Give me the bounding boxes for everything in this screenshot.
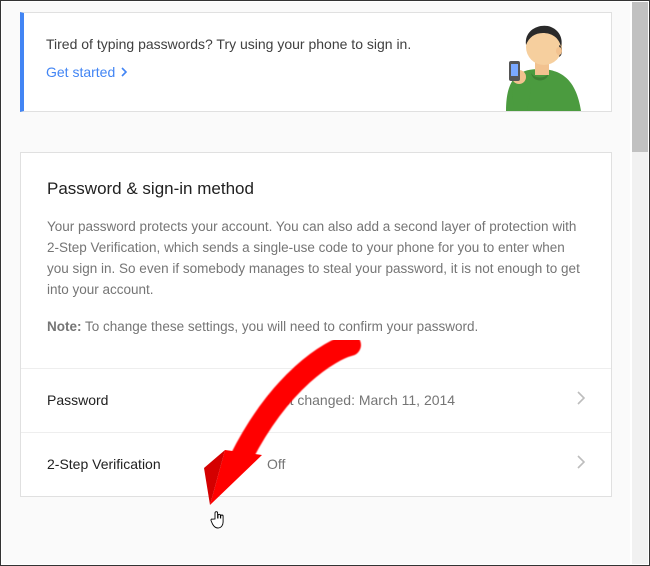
chevron-right-icon — [577, 391, 585, 410]
password-row-value: Last changed: March 11, 2014 — [267, 392, 577, 408]
password-row[interactable]: Password Last changed: March 11, 2014 — [21, 368, 611, 432]
note-label: Note: — [47, 319, 82, 334]
section-description: Your password protects your account. You… — [47, 217, 585, 301]
get-started-link[interactable]: Get started — [46, 63, 129, 83]
chevron-right-icon — [121, 63, 129, 83]
section-note: Note: To change these settings, you will… — [47, 317, 585, 338]
phone-signin-promo-card: Tired of typing passwords? Try using you… — [20, 12, 612, 112]
two-step-verification-row[interactable]: 2-Step Verification Off — [21, 432, 611, 496]
chevron-right-icon — [577, 455, 585, 474]
note-text: To change these settings, you will need … — [82, 319, 479, 334]
password-signin-section: Password & sign-in method Your password … — [20, 152, 612, 497]
two-step-row-label: 2-Step Verification — [47, 456, 267, 472]
person-with-phone-illustration — [461, 12, 611, 111]
two-step-row-value: Off — [267, 456, 577, 472]
get-started-label: Get started — [46, 63, 115, 83]
password-row-label: Password — [47, 392, 267, 408]
content-area: Tired of typing passwords? Try using you… — [2, 2, 630, 564]
promo-message: Tired of typing passwords? Try using you… — [46, 35, 431, 55]
section-title: Password & sign-in method — [47, 179, 585, 199]
scrollbar-thumb[interactable] — [632, 2, 648, 152]
